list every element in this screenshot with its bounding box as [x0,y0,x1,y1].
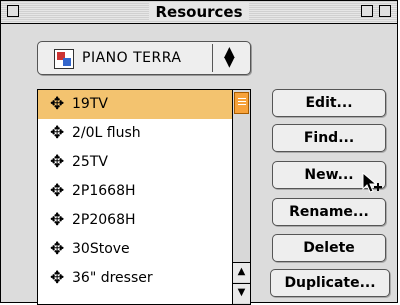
title-bar[interactable]: Resources [1,1,397,24]
list-item-label: 36" dresser [72,270,153,286]
vertical-scrollbar[interactable]: ▲ ▼ [232,90,250,304]
list-item[interactable]: ✥ 36" dresser [38,264,232,293]
zoom-box-icon[interactable] [379,5,391,17]
object-resource-icon: ✥ [50,268,65,288]
updown-arrows-icon: ▲ ▼ [224,44,235,70]
list-item[interactable]: ✥ 2P2068H [38,206,232,235]
edit-button[interactable]: Edit... [272,89,386,117]
rename-button[interactable]: Rename... [272,198,386,226]
scroll-up-arrow-icon[interactable]: ▲ [233,262,250,282]
duplicate-button[interactable]: Duplicate... [270,269,390,297]
scroll-thumb[interactable] [234,92,249,114]
list-item[interactable]: ✥ 25TV [38,148,232,177]
list-item[interactable]: ✥ 30Stove [38,235,232,264]
resources-window: Resources PIANO TERRA ▲ ▼ ✥ 19TV ✥ 2/0L flus… [0,0,398,305]
collapse-box-icon[interactable] [361,5,373,17]
delete-button[interactable]: Delete [272,234,386,262]
list-item-label: 30Stove [72,241,130,257]
resource-list-items: ✥ 19TV ✥ 2/0L flush ✥ 25TV ✥ 2P1668H ✥ 2P2068H ✥ 30… [38,90,232,293]
list-item-label: 2P2068H [72,212,136,228]
object-resource-icon: ✥ [50,123,65,143]
list-item[interactable]: ✥ 2P1668H [38,177,232,206]
list-item[interactable]: ✥ 2/0L flush [38,119,232,148]
object-resource-icon: ✥ [50,239,65,259]
popup-divider [212,44,213,72]
resource-list[interactable]: ✥ 19TV ✥ 2/0L flush ✥ 25TV ✥ 2P1668H ✥ 2P2068H ✥ 30… [37,89,251,305]
window-title: Resources [1,3,397,21]
object-resource-icon: ✥ [50,94,65,114]
find-button[interactable]: Find... [272,124,386,152]
list-item-label: 25TV [72,154,108,170]
list-item-label: 19TV [72,96,108,112]
scroll-down-arrow-icon[interactable]: ▼ [233,283,250,303]
object-resource-icon: ✥ [50,152,65,172]
list-item-label: 2P1668H [72,183,136,199]
object-resource-icon: ✥ [50,210,65,230]
list-item[interactable]: ✥ 19TV [38,90,232,119]
popup-selected-value: PIANO TERRA [82,50,182,66]
mouse-cursor-icon [362,171,382,193]
document-icon [54,49,74,69]
list-item-label: 2/0L flush [72,125,141,141]
object-resource-icon: ✥ [50,181,65,201]
file-popup-menu[interactable]: PIANO TERRA ▲ ▼ [37,41,251,75]
